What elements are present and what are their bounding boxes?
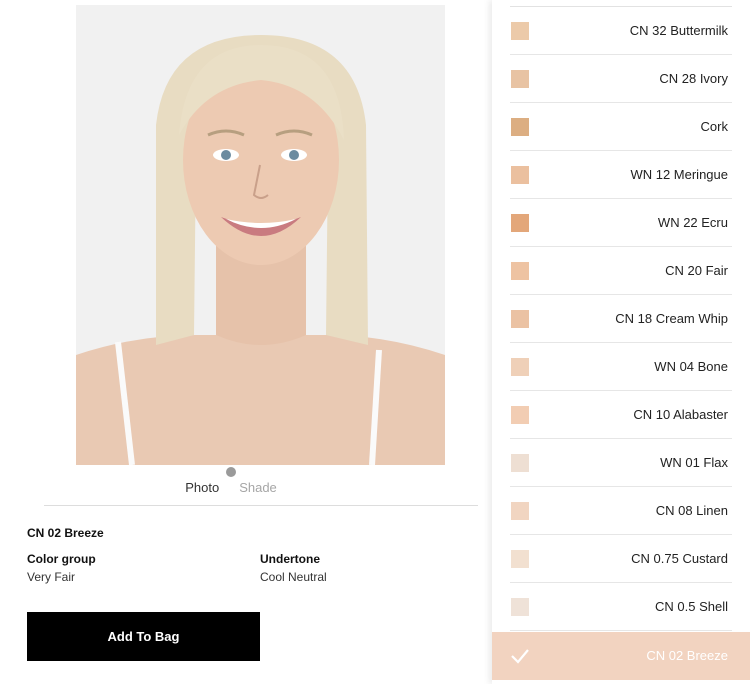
- shade-option-label: WN 01 Flax: [660, 455, 728, 470]
- shade-swatch: [511, 166, 529, 184]
- shade-option-label: CN 32 Buttermilk: [629, 23, 728, 38]
- shade-swatch: [511, 310, 529, 328]
- undertone-label: Undertone: [260, 552, 320, 566]
- shade-option[interactable]: CN 20 Fair: [492, 247, 750, 295]
- shade-option[interactable]: WN 22 Ecru: [492, 199, 750, 247]
- shade-option-label: CN 0.75 Custard: [631, 551, 728, 566]
- shade-swatch: [511, 358, 529, 376]
- shade-option-label: CN 28 Ivory: [659, 71, 728, 86]
- shade-option[interactable]: CN 18 Cream Whip: [492, 295, 750, 343]
- section-divider: [44, 505, 478, 506]
- shade-option-label: WN 22 Ecru: [657, 215, 728, 230]
- shade-option-label: WN 12 Meringue: [630, 167, 728, 182]
- color-group-label: Color group: [27, 552, 96, 566]
- shade-option-label: CN 08 Linen: [655, 503, 728, 518]
- shade-option[interactable]: Cork: [492, 103, 750, 151]
- shade-option[interactable]: CN 32 Buttermilk: [492, 7, 750, 55]
- gallery-view-tabs: Photo Shade: [0, 480, 462, 496]
- tab-shade[interactable]: Shade: [239, 480, 277, 496]
- shade-option[interactable]: CN 0.5 Shell: [492, 583, 750, 631]
- shade-swatch: [511, 70, 529, 88]
- shade-option-label: CN 18 Cream Whip: [615, 311, 728, 326]
- shade-option[interactable]: CN 10 Alabaster: [492, 391, 750, 439]
- shade-swatch: [511, 406, 529, 424]
- tab-photo[interactable]: Photo: [185, 480, 219, 496]
- shade-option-label: CN 20 Fair: [665, 263, 728, 278]
- shade-swatch: [511, 454, 529, 472]
- shade-option[interactable]: WN 01 Flax: [492, 439, 750, 487]
- shade-option[interactable]: CN 08 Linen: [492, 487, 750, 535]
- color-group-value: Very Fair: [27, 570, 76, 584]
- shade-option-label: CN 10 Alabaster: [633, 407, 728, 422]
- shade-divider: [510, 630, 732, 631]
- shade-option[interactable]: CN 0.75 Custard: [492, 535, 750, 583]
- shade-swatch: [511, 22, 529, 40]
- shade-option-label: CN 02 Breeze: [646, 648, 728, 663]
- model-photo-illustration: [76, 5, 445, 465]
- shade-swatch: [511, 118, 529, 136]
- product-model-photo: [76, 5, 445, 465]
- shade-option-label: Cork: [700, 119, 728, 134]
- selected-shade-name: CN 02 Breeze: [27, 526, 104, 540]
- carousel-indicator-dot[interactable]: [226, 467, 236, 477]
- shade-swatch: [511, 262, 529, 280]
- shade-list: CN 32 Buttermilk CN 28 Ivory Cork WN 12 Mer…: [492, 0, 750, 684]
- shade-option[interactable]: CN 28 Ivory: [492, 55, 750, 103]
- shade-option[interactable]: WN 04 Bone: [492, 343, 750, 391]
- undertone-value: Cool Neutral: [260, 570, 327, 584]
- shade-option[interactable]: WN 12 Meringue: [492, 151, 750, 199]
- shade-swatch: [511, 550, 529, 568]
- shade-option-label: CN 0.5 Shell: [655, 599, 728, 614]
- shade-option-label: WN 04 Bone: [654, 359, 728, 374]
- shade-swatch: [511, 214, 529, 232]
- add-to-bag-button[interactable]: Add To Bag: [27, 612, 260, 661]
- shade-swatch: [511, 598, 529, 616]
- shade-swatch: [511, 502, 529, 520]
- checkmark-icon: [511, 649, 529, 664]
- shade-option[interactable]: CN 02 Breeze: [492, 632, 750, 680]
